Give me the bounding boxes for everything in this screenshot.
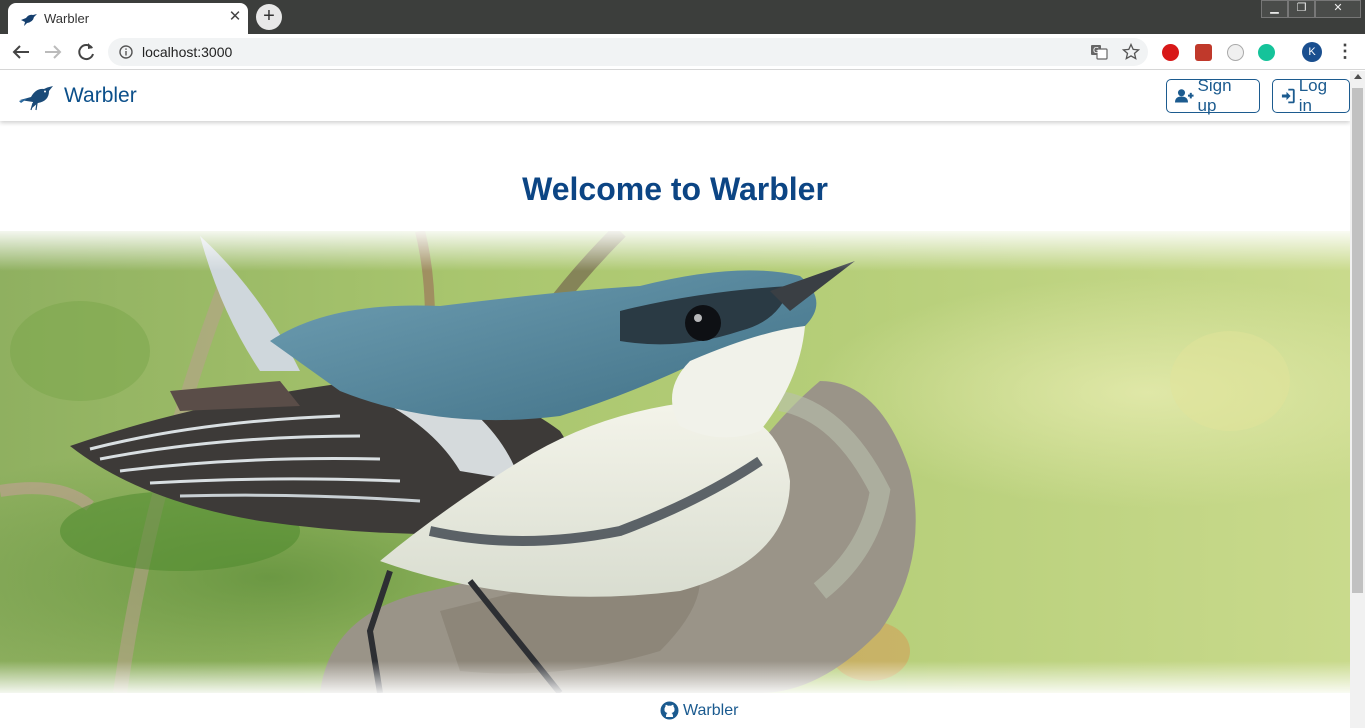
scroll-up-arrow-icon[interactable]	[1354, 74, 1362, 79]
hero-bird-image	[0, 231, 1350, 693]
window-close-button[interactable]: ✕	[1315, 0, 1361, 18]
scrollbar-thumb[interactable]	[1352, 88, 1363, 593]
browser-tab[interactable]: Warbler ✕	[8, 3, 248, 34]
signup-label[interactable]: Sign up	[1198, 76, 1251, 116]
brand-link[interactable]: Warbler	[18, 79, 137, 113]
new-tab-button[interactable]: +	[256, 4, 282, 30]
info-icon[interactable]	[119, 45, 133, 59]
page-viewport: Warbler Sign up Log in Welcome to Warble…	[0, 71, 1350, 728]
login-label[interactable]: Log in	[1299, 76, 1341, 116]
reload-icon[interactable]	[74, 40, 98, 64]
address-bar[interactable]: localhost:3000 G	[108, 38, 1148, 66]
back-arrow-icon[interactable]	[9, 40, 33, 64]
warbler-bird-icon	[21, 14, 37, 26]
adblock-extension-icon[interactable]	[1162, 44, 1179, 61]
grammarly-extension-icon[interactable]	[1258, 44, 1275, 61]
warbler-photo	[0, 231, 1350, 693]
window-maximize-button[interactable]: ❐	[1288, 0, 1315, 18]
login-button[interactable]: Log in	[1272, 76, 1350, 116]
tab-title: Warbler	[44, 11, 90, 26]
browser-titlebar: Warbler ✕ + ▁ ❐ ✕	[0, 0, 1365, 34]
bookmark-star-icon[interactable]	[1122, 43, 1140, 61]
footer-link-label[interactable]: Warbler	[683, 702, 738, 720]
user-plus-icon	[1175, 89, 1194, 103]
window-minimize-button[interactable]: ▁	[1261, 0, 1288, 18]
browser-menu-icon[interactable]: ⋮	[1336, 42, 1354, 62]
svg-text:G: G	[1093, 46, 1099, 55]
github-icon	[660, 701, 679, 720]
signup-button[interactable]: Sign up	[1166, 76, 1260, 116]
welcome-heading: Welcome to Warbler	[522, 171, 828, 207]
sign-in-icon	[1281, 88, 1295, 104]
browser-toolbar: localhost:3000 G K ⋮	[0, 34, 1365, 70]
site-navbar: Warbler Sign up Log in	[0, 71, 1350, 121]
translate-icon[interactable]: G	[1090, 43, 1108, 61]
extension-icon[interactable]	[1195, 44, 1212, 61]
warbler-logo-icon	[19, 86, 53, 111]
profile-avatar[interactable]: K	[1302, 42, 1322, 62]
vertical-scrollbar[interactable]	[1350, 71, 1365, 728]
footer-github-link[interactable]: Warbler	[660, 701, 738, 720]
extension-icon[interactable]	[1227, 44, 1244, 61]
forward-arrow-icon[interactable]	[41, 40, 65, 64]
page-footer: Warbler	[0, 693, 1350, 728]
url-text[interactable]: localhost:3000	[142, 44, 232, 60]
brand-name[interactable]: Warbler	[64, 84, 137, 108]
tab-close-icon[interactable]: ✕	[226, 8, 244, 26]
